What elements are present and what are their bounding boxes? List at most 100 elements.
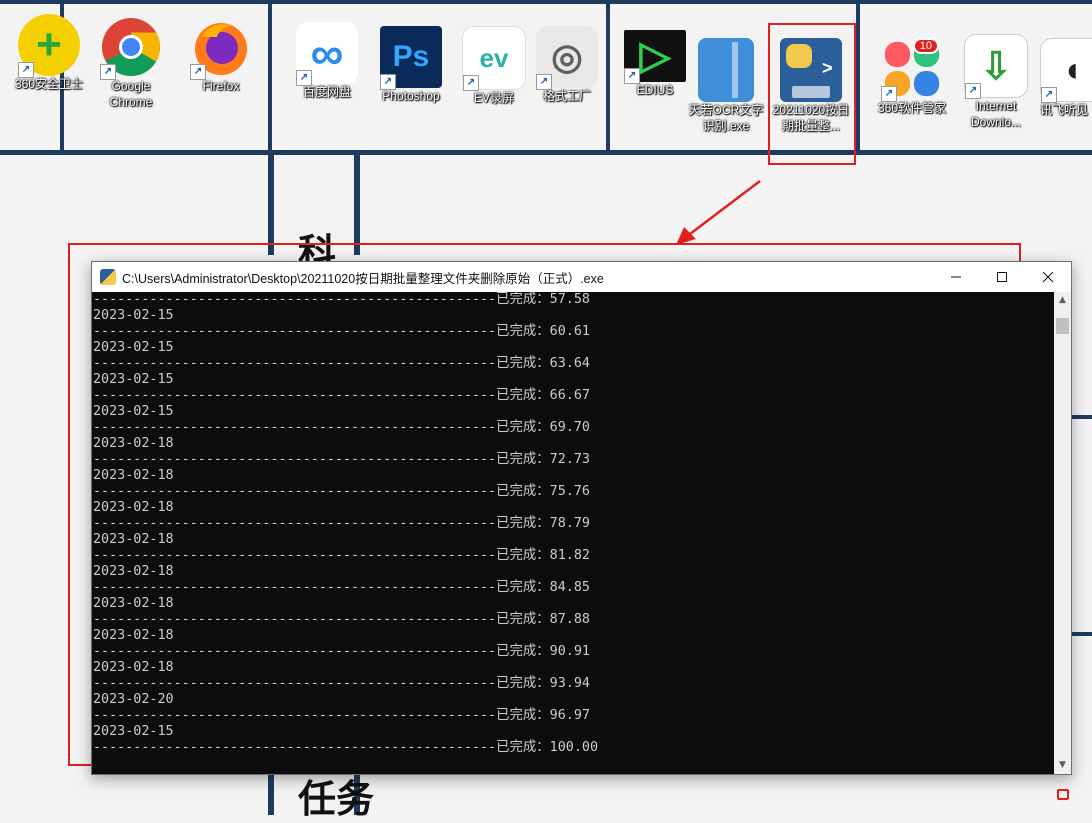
edius-icon: ▷ ↗ [624, 30, 686, 84]
close-icon [1042, 271, 1054, 283]
annotation-marker [1057, 789, 1069, 800]
console-line: 2023-02-18 [93, 500, 174, 515]
console-line: ----------------------------------------… [93, 452, 590, 467]
wallpaper-line [0, 150, 1092, 155]
shortcut-arrow-icon: ↗ [463, 75, 479, 91]
console-line: 2023-02-20 [93, 692, 174, 707]
shortcut-arrow-icon: ↗ [624, 68, 640, 84]
shortcut-arrow-icon: ↗ [18, 62, 34, 78]
console-line: 2023-02-18 [93, 468, 174, 483]
firefox-icon: ↗ [190, 16, 252, 80]
iflytek-icon: ◖ ↗ [1040, 38, 1092, 103]
console-line: 2023-02-15 [93, 372, 174, 387]
wallpaper-line [268, 155, 274, 255]
desktop-icon-baidu-netdisk[interactable]: ∞ ↗ 百度网盘 [287, 22, 367, 100]
baidu-netdisk-icon: ∞ ↗ [296, 22, 358, 86]
desktop-icon-360-security[interactable]: + ↗ 360安全卫士 [9, 14, 89, 92]
desktop-icon-label: EDIUS [636, 83, 674, 97]
desktop-icon-chrome[interactable]: ↗ Google Chrome [91, 16, 171, 110]
shortcut-arrow-icon: ↗ [296, 70, 312, 86]
console-line: 2023-02-18 [93, 628, 174, 643]
console-line: ----------------------------------------… [93, 292, 590, 307]
console-line: ----------------------------------------… [93, 388, 590, 403]
console-line: ----------------------------------------… [93, 324, 590, 339]
console-line: ----------------------------------------… [93, 612, 590, 627]
shortcut-arrow-icon: ↗ [536, 74, 552, 90]
maximize-button[interactable] [979, 262, 1025, 292]
shortcut-arrow-icon: ↗ [100, 64, 116, 80]
scroll-down-icon[interactable]: ▼ [1054, 757, 1071, 774]
desktop-icon-tianruo-ocr[interactable]: 天若OCR文字识别.exe [686, 38, 766, 134]
wallpaper-line [0, 0, 1092, 4]
console-line: 2023-02-18 [93, 532, 174, 547]
console-line: ----------------------------------------… [93, 484, 590, 499]
format-factory-icon: ◎ ↗ [536, 26, 598, 90]
console-line: ----------------------------------------… [93, 644, 590, 659]
desktop-icon-internet-download-manager[interactable]: ⇩ ↗ Internet Downlo... [956, 34, 1036, 130]
scroll-up-icon[interactable]: ▲ [1054, 292, 1071, 309]
annotation-highlight-box [768, 23, 856, 165]
shortcut-arrow-icon: ↗ [881, 86, 897, 102]
vertical-scrollbar[interactable]: ▲ ▼ [1054, 292, 1071, 774]
console-line: ----------------------------------------… [93, 708, 590, 723]
ocr-app-icon [698, 38, 754, 102]
close-button[interactable] [1025, 262, 1071, 292]
desktop-icon-firefox[interactable]: ↗ Firefox [181, 16, 261, 94]
desktop-icon-label: 百度网盘 [302, 85, 351, 99]
console-line: ----------------------------------------… [93, 356, 590, 371]
desktop-icon-label: Google Chrome [109, 79, 153, 109]
maximize-icon [997, 272, 1007, 282]
console-line: ----------------------------------------… [93, 740, 599, 755]
scrollbar-thumb[interactable] [1056, 317, 1069, 334]
window-title: C:\Users\Administrator\Desktop\20211020按… [122, 271, 604, 286]
desktop-icon-label: Firefox [202, 79, 240, 93]
wallpaper-line [1070, 415, 1092, 419]
shortcut-arrow-icon: ↗ [965, 83, 981, 99]
console-line: 2023-02-15 [93, 724, 174, 739]
360-security-icon: + ↗ [18, 14, 80, 78]
notification-badge: 10 [912, 38, 939, 54]
minimize-button[interactable] [933, 262, 979, 292]
wallpaper-line [856, 0, 860, 155]
shortcut-arrow-icon: ↗ [1041, 87, 1057, 103]
shortcut-arrow-icon: ↗ [380, 74, 396, 90]
desktop-icon-photoshop[interactable]: Ps ↗ Photoshop [371, 26, 451, 104]
photoshop-icon: Ps ↗ [380, 26, 442, 90]
console-window[interactable]: C:\Users\Administrator\Desktop\20211020按… [91, 261, 1072, 775]
desktop-icon-edius[interactable]: ▷ ↗ EDIUS [615, 30, 695, 98]
desktop-icon-label: 讯飞听见 [1040, 103, 1089, 117]
desktop-icon-label: 格式工厂 [542, 89, 591, 103]
console-line: 2023-02-15 [93, 340, 174, 355]
desktop-icon-iflytek[interactable]: ◖ ↗ 讯飞听见 [1040, 38, 1092, 118]
console-line: 2023-02-18 [93, 596, 174, 611]
ev-recorder-icon: ev ↗ [462, 26, 526, 91]
console-line: 2023-02-15 [93, 308, 174, 323]
console-output[interactable]: ----------------------------------------… [92, 292, 1054, 774]
desktop-icon-label: 天若OCR文字识别.exe [688, 103, 764, 133]
desktop-icon-label: EV录屏 [473, 91, 514, 105]
desktop-icon-ev-recorder[interactable]: ev ↗ EV录屏 [454, 26, 534, 106]
chrome-icon: ↗ [100, 16, 162, 80]
desktop-icon-label: Photoshop [382, 89, 440, 103]
shortcut-arrow-icon: ↗ [190, 64, 206, 80]
wallpaper-line [268, 0, 272, 155]
console-line: ----------------------------------------… [93, 676, 590, 691]
ocr-bookmark-icon [732, 42, 738, 98]
desktop-icon-format-factory[interactable]: ◎ ↗ 格式工厂 [527, 26, 607, 104]
wallpaper-line [354, 155, 360, 255]
console-line: 2023-02-18 [93, 436, 174, 451]
idm-icon: ⇩ ↗ [964, 34, 1028, 99]
wallpaper-line [268, 770, 274, 815]
console-line: ----------------------------------------… [93, 580, 590, 595]
console-line: 2023-02-15 [93, 404, 174, 419]
console-line: ----------------------------------------… [93, 516, 590, 531]
console-line: 2023-02-18 [93, 660, 174, 675]
python-app-icon [100, 269, 116, 285]
desktop-icon-label: 360安全卫士 [14, 77, 84, 91]
360-software-manager-icon: 10 ↗ [881, 38, 943, 102]
console-line: ----------------------------------------… [93, 548, 590, 563]
console-line: ----------------------------------------… [93, 420, 590, 435]
wallpaper-line [1070, 632, 1092, 636]
desktop-icon-360-software-manager[interactable]: 10 ↗ 360软件管家 [872, 38, 952, 116]
window-titlebar[interactable]: C:\Users\Administrator\Desktop\20211020按… [92, 262, 1071, 292]
